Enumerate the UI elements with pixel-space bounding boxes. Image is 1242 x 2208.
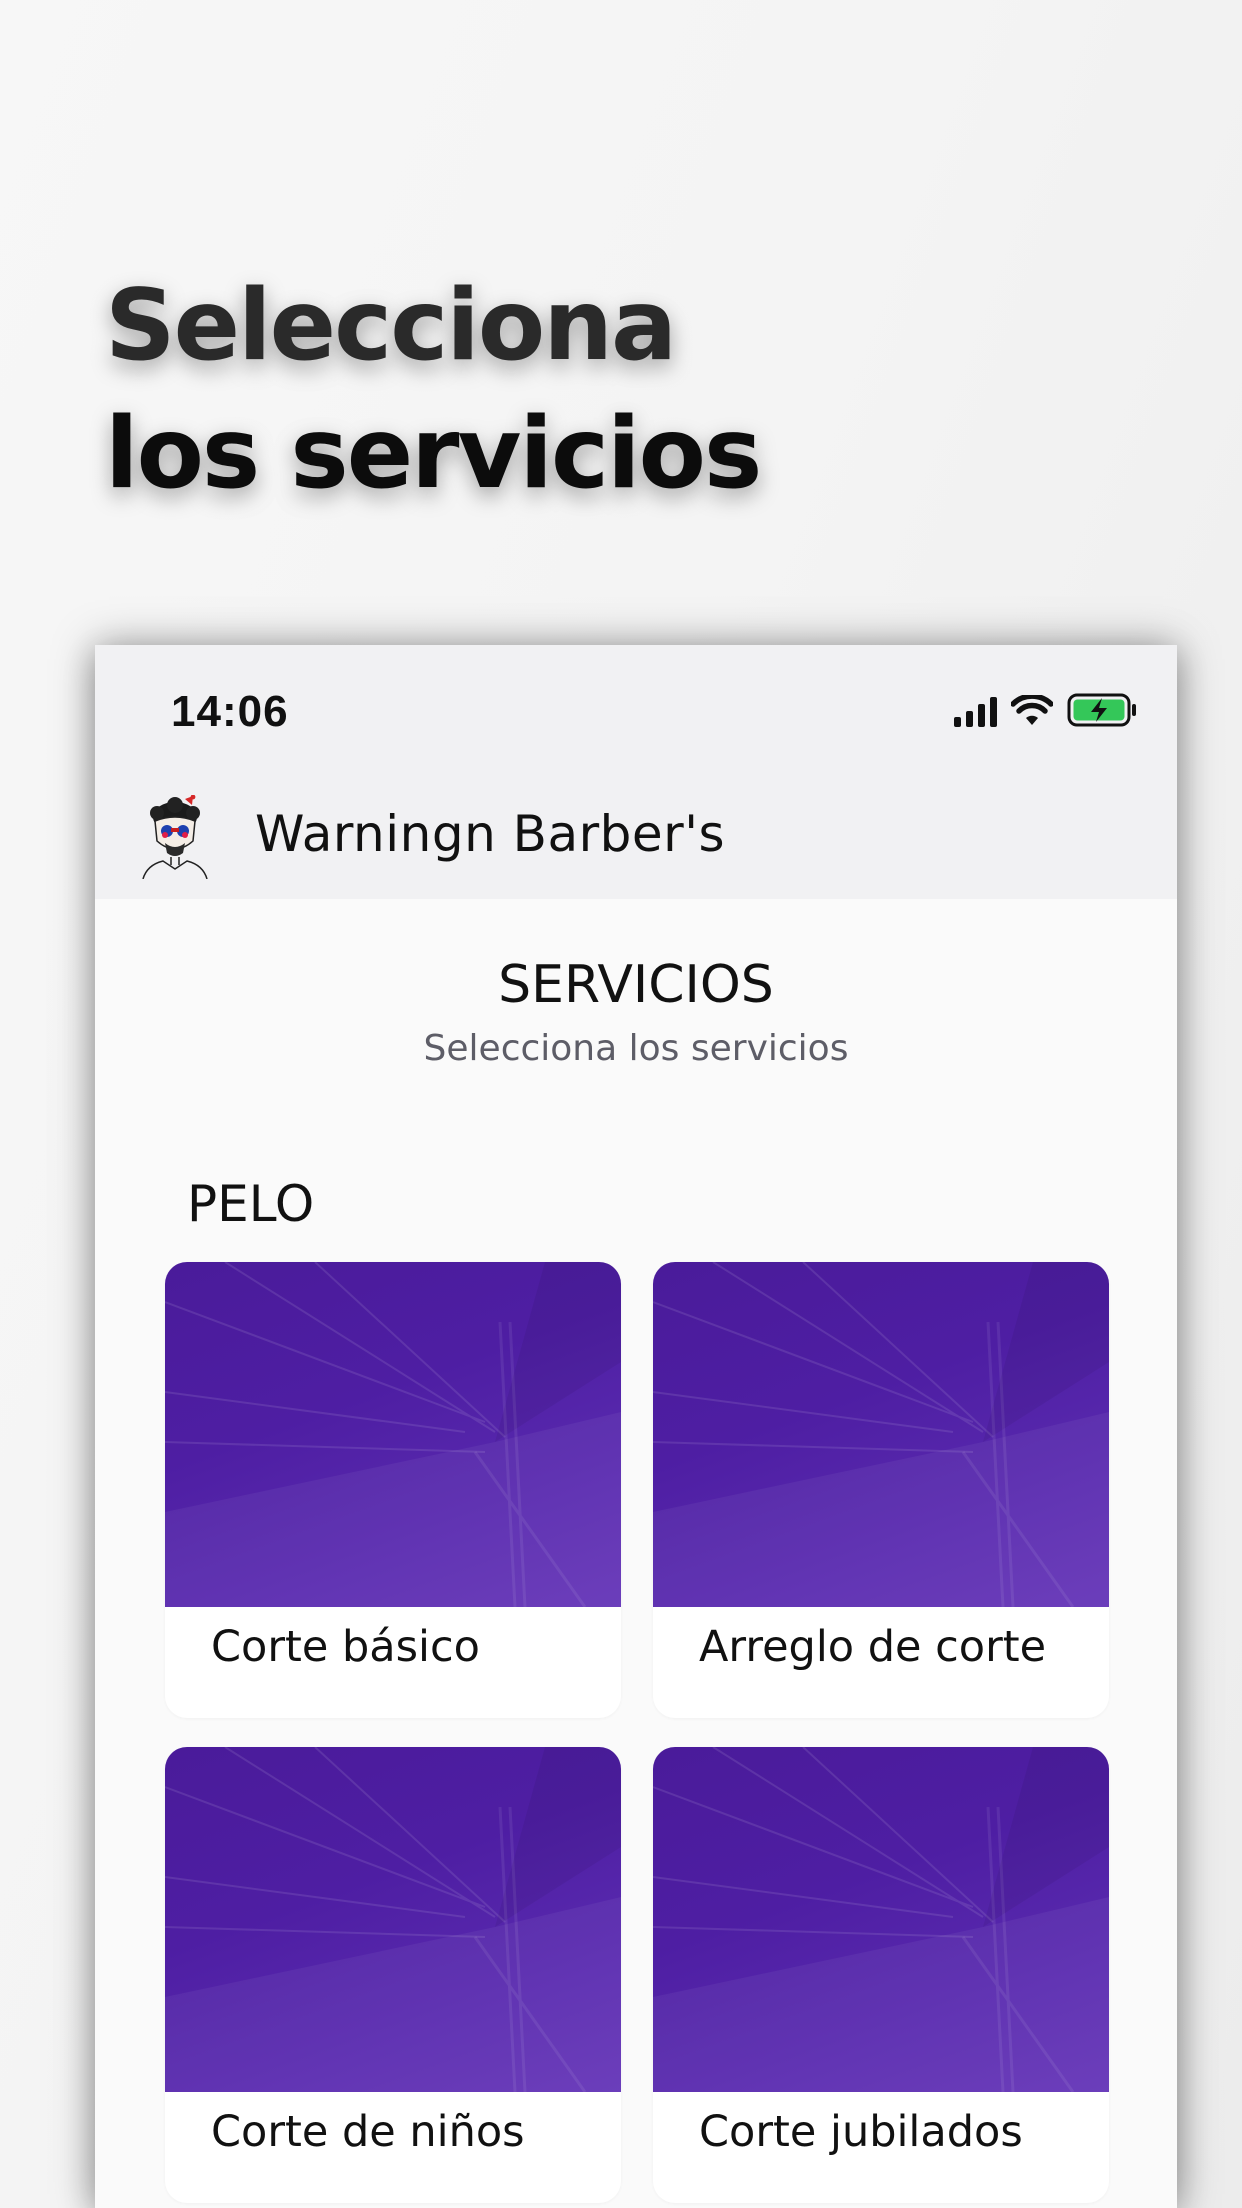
service-label: Arreglo de corte [699,1622,1047,1672]
service-card[interactable]: Corte jubilados [653,1747,1109,2203]
battery-charging-icon [1067,693,1136,727]
service-image [653,1747,1109,2092]
page-title: SERVICIOS [498,955,774,1015]
promo-headline: Selecciona los servicios [105,262,762,518]
service-card[interactable]: Corte básico [165,1262,621,1718]
barber-avatar-icon [142,795,208,879]
service-image-pattern [165,1262,621,1607]
service-image [165,1262,621,1607]
app-header: 14:06 Warningn Barber's [95,645,1177,899]
service-label: Corte básico [211,1622,480,1672]
app-title: Warningn Barber's [255,805,725,863]
service-label: Corte jubilados [699,2107,1023,2157]
service-image [165,1747,621,2092]
status-time: 14:06 [171,687,289,736]
promo-headline-line-2: los servicios [105,397,762,511]
service-image-pattern [653,1747,1109,2092]
service-image [653,1262,1109,1607]
service-card[interactable]: Corte de niños [165,1747,621,2203]
page-subtitle: Selecciona los servicios [423,1028,849,1069]
category-label: PELO [187,1175,315,1233]
status-icons [954,693,1139,727]
service-image-pattern [165,1747,621,2092]
phone-screen: 14:06 Warningn Barber's SERVICIOS Selecc… [95,645,1177,2208]
service-card[interactable]: Arreglo de corte [653,1262,1109,1718]
promo-headline-line-1: Selecciona [105,269,677,383]
service-image-pattern [653,1262,1109,1607]
wifi-icon [1011,695,1053,725]
signal-icon [954,697,997,727]
service-label: Corte de niños [211,2107,525,2157]
